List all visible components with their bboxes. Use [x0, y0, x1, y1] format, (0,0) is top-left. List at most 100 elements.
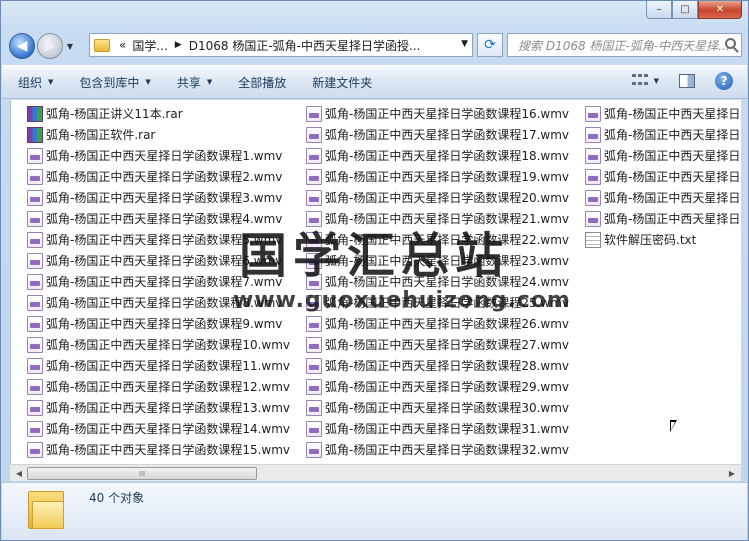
- file-item[interactable]: 弧角-杨国正中西天星择日学函数课程32.wmv: [306, 439, 569, 460]
- file-name: 弧角-杨国正中西天星择日学: [604, 170, 741, 184]
- file-name: 弧角-杨国正中西天星择日学: [604, 128, 741, 142]
- rar-icon: [27, 105, 43, 122]
- minimize-button[interactable]: –: [646, 1, 672, 19]
- recent-pages-dropdown-icon[interactable]: ▼: [63, 37, 77, 55]
- search-input[interactable]: 搜索 D1068 杨国正-弧角-中西天星择...: [507, 33, 742, 57]
- mouse-cursor-icon: [670, 420, 677, 432]
- wmv-icon: [585, 105, 601, 122]
- file-item[interactable]: 软件解压密码.txt: [585, 229, 741, 250]
- file-item[interactable]: 弧角-杨国正中西天星择日学函数课程15.wmv: [27, 439, 290, 460]
- file-item[interactable]: 弧角-杨国正中西天星择日学函数课程29.wmv: [306, 376, 569, 397]
- item-count: 40 个对象: [89, 491, 145, 505]
- file-item[interactable]: 弧角-杨国正中西天星择日学: [585, 145, 741, 166]
- search-placeholder: 搜索 D1068 杨国正-弧角-中西天星择...: [518, 38, 730, 53]
- wmv-icon: [306, 315, 322, 332]
- wmv-icon: [27, 399, 43, 416]
- crumb-overflow[interactable]: «: [116, 38, 129, 52]
- include-in-library-menu[interactable]: 包含到库中 ▼: [79, 74, 150, 91]
- file-item[interactable]: 弧角-杨国正中西天星择日学函数课程30.wmv: [306, 397, 569, 418]
- file-item[interactable]: 弧角-杨国正中西天星择日学函数课程16.wmv: [306, 103, 569, 124]
- file-item[interactable]: 弧角-杨国正中西天星择日学函数课程3.wmv: [27, 187, 290, 208]
- wmv-icon: [27, 441, 43, 458]
- share-menu[interactable]: 共享 ▼: [177, 74, 212, 91]
- file-name: 弧角-杨国正中西天星择日学: [604, 107, 741, 121]
- file-item[interactable]: 弧角-杨国正中西天星择日学函数课程18.wmv: [306, 145, 569, 166]
- wmv-icon: [306, 441, 322, 458]
- file-column: 弧角-杨国正中西天星择日学 弧角-杨国正中西天星择日学 弧角-杨国正中西天星择日学弧…: [585, 103, 741, 250]
- file-item[interactable]: 弧角-杨国正中西天星择日学函数课程17.wmv: [306, 124, 569, 145]
- file-item[interactable]: 弧角-杨国正中西天星择日学函数课程28.wmv: [306, 355, 569, 376]
- explorer-window: – □ ✕ ◀ ▶ ▼ « 国学... ▶ D1068 杨国正-弧角-中西天星择…: [0, 0, 749, 541]
- wmv-icon: [585, 168, 601, 185]
- file-item[interactable]: 弧角-杨国正中西天星择日学函数课程2.wmv: [27, 166, 290, 187]
- organize-label: 组织: [18, 75, 43, 90]
- wmv-icon: [306, 378, 322, 395]
- help-icon[interactable]: ?: [715, 72, 733, 90]
- file-item[interactable]: 弧角-杨国正中西天星择日学函数课程11.wmv: [27, 355, 290, 376]
- file-name: 弧角-杨国正中西天星择日学函数课程11.wmv: [46, 359, 291, 373]
- file-item[interactable]: 弧角-杨国正中西天星择日学: [585, 103, 741, 124]
- file-item[interactable]: 弧角-杨国正中西天星择日学: [585, 124, 741, 145]
- scroll-right-arrow[interactable]: ▶: [725, 467, 739, 480]
- refresh-button[interactable]: ⟳: [477, 33, 503, 57]
- folder-icon: [94, 38, 110, 52]
- wmv-icon: [306, 168, 322, 185]
- file-item[interactable]: 弧角-杨国正中西天星择日学: [585, 187, 741, 208]
- file-item[interactable]: 弧角-杨国正中西天星择日学函数课程26.wmv: [306, 313, 569, 334]
- scrollbar-thumb[interactable]: III: [27, 467, 257, 480]
- file-item[interactable]: 弧角-杨国正中西天星择日学函数课程31.wmv: [306, 418, 569, 439]
- new-folder-button[interactable]: 新建文件夹: [312, 74, 372, 91]
- file-item[interactable]: 弧角-杨国正中西天星择日学函数课程19.wmv: [306, 166, 569, 187]
- file-name: 弧角-杨国正中西天星择日学函数课程1.wmv: [46, 149, 283, 163]
- rar-icon: [27, 126, 43, 143]
- file-item[interactable]: 弧角-杨国正中西天星择日学: [585, 166, 741, 187]
- share-label: 共享: [176, 75, 201, 90]
- file-name: 弧角-杨国正中西天星择日学函数课程31.wmv: [325, 422, 570, 436]
- file-name: 弧角-杨国正中西天星择日学函数课程17.wmv: [325, 128, 570, 142]
- wmv-icon: [27, 315, 43, 332]
- chevron-down-icon[interactable]: ▼: [461, 39, 468, 49]
- file-item[interactable]: 弧角-杨国正中西天星择日学函数课程12.wmv: [27, 376, 290, 397]
- include-in-library-label: 包含到库中: [79, 75, 140, 90]
- file-item[interactable]: 弧角-杨国正讲义11本.rar: [27, 103, 290, 124]
- file-item[interactable]: 弧角-杨国正中西天星择日学函数课程13.wmv: [27, 397, 290, 418]
- breadcrumb-item[interactable]: D1068 杨国正-弧角-中西天星择日学函授...: [186, 37, 424, 54]
- wmv-icon: [306, 336, 322, 353]
- horizontal-scrollbar[interactable]: ◀ III ▶: [10, 464, 741, 481]
- breadcrumb-item[interactable]: 国学...: [129, 37, 170, 54]
- file-name: 弧角-杨国正软件.rar: [46, 128, 156, 142]
- file-name: 弧角-杨国正中西天星择日学函数课程10.wmv: [46, 338, 291, 352]
- file-item[interactable]: 弧角-杨国正中西天星择日学函数课程20.wmv: [306, 187, 569, 208]
- watermark-title: 国学汇总站: [239, 228, 510, 284]
- file-item[interactable]: 弧角-杨国正中西天星择日学函数课程1.wmv: [27, 145, 290, 166]
- file-name: 弧角-杨国正中西天星择日学: [604, 149, 741, 163]
- wmv-icon: [27, 294, 43, 311]
- wmv-icon: [27, 336, 43, 353]
- view-options-icon[interactable]: [631, 74, 648, 88]
- scroll-left-arrow[interactable]: ◀: [12, 467, 26, 480]
- close-button[interactable]: ✕: [698, 1, 742, 19]
- file-item[interactable]: 弧角-杨国正中西天星择日学: [585, 208, 741, 229]
- file-name: 弧角-杨国正中西天星择日学函数课程12.wmv: [46, 380, 291, 394]
- file-item[interactable]: 弧角-杨国正中西天星择日学函数课程14.wmv: [27, 418, 290, 439]
- file-item[interactable]: 弧角-杨国正中西天星择日学函数课程10.wmv: [27, 334, 290, 355]
- search-icon[interactable]: [725, 38, 736, 49]
- file-name: 弧角-杨国正中西天星择日学: [604, 191, 741, 205]
- file-name: 弧角-杨国正中西天星择日学函数课程9.wmv: [46, 317, 283, 331]
- address-bar[interactable]: « 国学... ▶ D1068 杨国正-弧角-中西天星择日学函授... ▼: [89, 33, 473, 57]
- back-button[interactable]: ◀: [9, 33, 35, 59]
- file-item[interactable]: 弧角-杨国正中西天星择日学函数课程27.wmv: [306, 334, 569, 355]
- file-item[interactable]: 弧角-杨国正中西天星择日学函数课程9.wmv: [27, 313, 290, 334]
- file-name: 弧角-杨国正中西天星择日学函数课程15.wmv: [46, 443, 291, 457]
- wmv-icon: [306, 126, 322, 143]
- organize-menu[interactable]: 组织 ▼: [18, 74, 53, 91]
- forward-button[interactable]: ▶: [37, 33, 63, 59]
- chevron-down-icon[interactable]: ▼: [654, 77, 659, 85]
- file-item[interactable]: 弧角-杨国正软件.rar: [27, 124, 290, 145]
- chevron-right-icon[interactable]: ▶: [171, 40, 186, 50]
- maximize-button[interactable]: □: [672, 1, 698, 19]
- preview-pane-icon[interactable]: [679, 74, 695, 88]
- play-all-button[interactable]: 全部播放: [238, 74, 286, 91]
- chevron-down-icon: ▼: [145, 78, 151, 86]
- file-name: 弧角-杨国正中西天星择日学函数课程16.wmv: [325, 107, 570, 121]
